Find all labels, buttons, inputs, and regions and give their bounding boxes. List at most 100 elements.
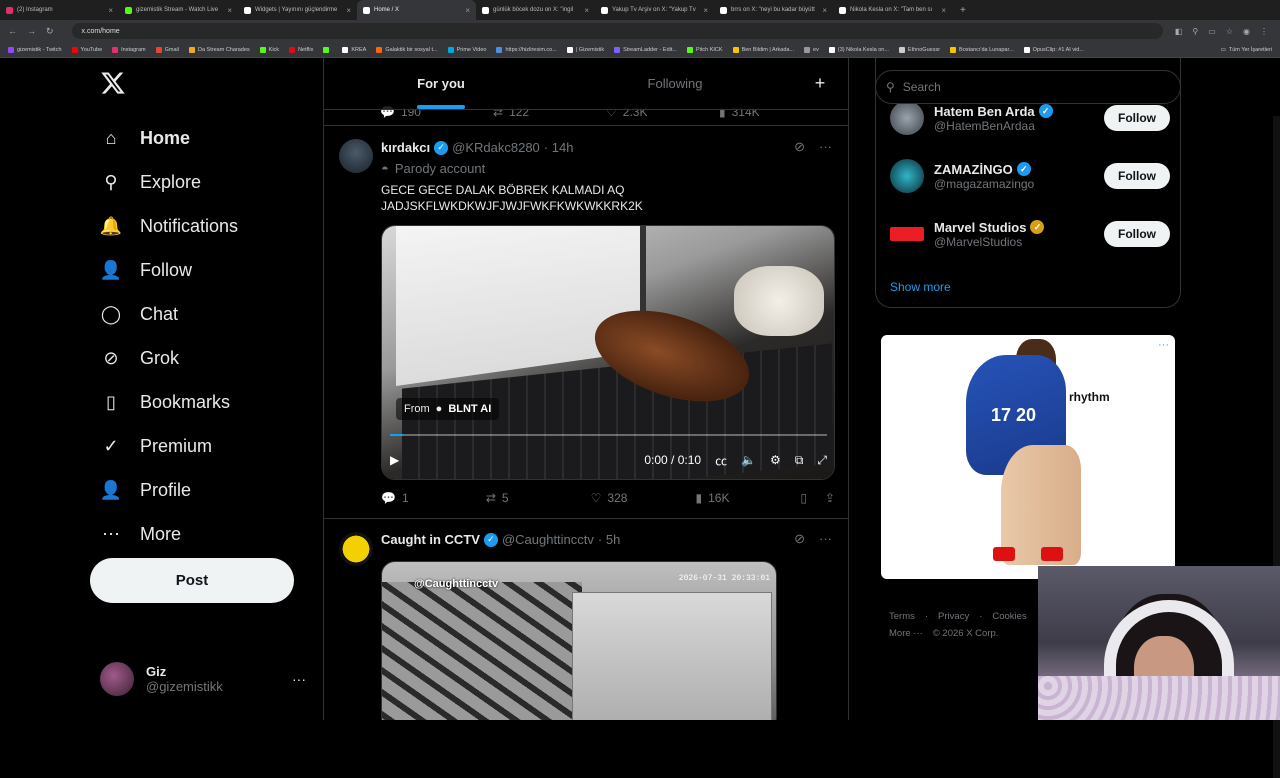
- new-tab-icon[interactable]: +: [952, 5, 974, 16]
- bookmark-item[interactable]: Ben Bildim | Arkada...: [732, 46, 794, 53]
- more-icon[interactable]: ···: [819, 139, 832, 155]
- bookmark-item[interactable]: StreamLadder - Edit...: [614, 46, 677, 53]
- browser-tab[interactable]: günlük böcek dozu on X: "ingil ×: [476, 0, 595, 20]
- repost-button[interactable]: ⇄ 5: [486, 491, 591, 505]
- avatar[interactable]: [339, 139, 373, 173]
- tweet[interactable]: Caught in CCTV ✓ @Caughttincctv · 5h ⊘ ·…: [324, 520, 848, 720]
- nav-item-home[interactable]: ⌂ Home: [88, 116, 238, 160]
- bookmark-item[interactable]: gizemistik - Twitch: [8, 46, 62, 53]
- nav-item-explore[interactable]: ⚲ Explore: [88, 160, 238, 204]
- bookmark-item[interactable]: Prime Video: [447, 46, 486, 53]
- browser-tab[interactable]: gizemistik Stream - Watch Live ×: [119, 0, 238, 20]
- ad-more-icon[interactable]: ···: [1158, 339, 1169, 351]
- extension-icon[interactable]: ◧: [1175, 27, 1183, 36]
- zoom-icon[interactable]: ⚲: [1192, 27, 1198, 36]
- play-icon[interactable]: ▶: [390, 453, 399, 467]
- bookmark-item[interactable]: | Gizemistik: [566, 46, 604, 53]
- browser-tab[interactable]: Home / X ×: [357, 0, 476, 20]
- bookmark-item[interactable]: Bostancı'da Lunapar...: [950, 46, 1014, 53]
- nav-item-profile[interactable]: 👤 Profile: [88, 468, 238, 512]
- browser-tab[interactable]: brrs on X: "neyi bu kadar büyütt ×: [714, 0, 833, 20]
- account-more-icon[interactable]: ···: [292, 671, 306, 687]
- search-input[interactable]: ⚲ Search: [875, 70, 1181, 104]
- profile-icon[interactable]: ◉: [1243, 27, 1250, 36]
- bookmark-item[interactable]: ev: [804, 46, 819, 53]
- browser-tab[interactable]: Widgets | Yayınını güçlendirme ×: [238, 0, 357, 20]
- bookmark-icon[interactable]: ▯: [800, 491, 807, 505]
- volume-icon[interactable]: 🔈: [741, 453, 756, 467]
- video-source-badge[interactable]: From ● BLNT AI: [396, 398, 500, 420]
- bookmark-item[interactable]: KREA: [342, 46, 366, 53]
- bookmark-item[interactable]: Kick: [259, 46, 279, 53]
- post-button[interactable]: Post: [90, 558, 294, 603]
- browser-tab[interactable]: Nikola Kesla on X: "Tam ben sı ×: [833, 0, 952, 20]
- close-tab-icon[interactable]: ×: [941, 6, 946, 15]
- video-player[interactable]: From ● BLNT AI ▶ 0:00 / 0:10 ㏄ 🔈 ⚙ ⧉ ⤢: [381, 225, 835, 480]
- forward-icon[interactable]: →: [27, 26, 36, 37]
- nav-item-bookmarks[interactable]: ▯ Bookmarks: [88, 380, 238, 424]
- nav-item-more[interactable]: ⋯ More: [88, 512, 238, 556]
- follow-button[interactable]: Follow: [1104, 221, 1170, 247]
- bookmark-item[interactable]: (3) Nikola Kesla on...: [828, 46, 889, 53]
- menu-icon[interactable]: ⋮: [1260, 27, 1268, 36]
- close-tab-icon[interactable]: ×: [346, 6, 351, 15]
- tab-following[interactable]: Following: [558, 58, 792, 109]
- nav-item-chat[interactable]: ◯ Chat: [88, 292, 238, 336]
- close-tab-icon[interactable]: ×: [822, 6, 827, 15]
- nav-item-follow[interactable]: 👤 Follow: [88, 248, 238, 292]
- tweet-time[interactable]: · 14h: [544, 140, 574, 155]
- follow-button[interactable]: Follow: [1104, 105, 1170, 131]
- bookmark-item[interactable]: OpusClip: #1 AI vid...: [1023, 46, 1084, 53]
- more-link[interactable]: More ···: [889, 628, 923, 639]
- captions-icon[interactable]: ㏄: [715, 452, 727, 469]
- close-tab-icon[interactable]: ×: [465, 6, 470, 15]
- follow-suggestion[interactable]: Marvel Studios ✓ @MarvelStudios Follow: [890, 210, 1170, 258]
- close-tab-icon[interactable]: ×: [108, 6, 113, 15]
- pip-icon[interactable]: ⧉: [795, 453, 804, 468]
- author-handle[interactable]: @KRdakc8280: [452, 140, 540, 155]
- bookmark-item[interactable]: Da Stream Charades: [189, 46, 250, 53]
- ad-banner[interactable]: 17 20 rhythm ···: [881, 335, 1175, 579]
- close-tab-icon[interactable]: ×: [584, 6, 589, 15]
- video-progress-bar[interactable]: [390, 434, 827, 436]
- bookmark-item[interactable]: EthnoGuessr: [898, 46, 940, 53]
- browser-tab[interactable]: (2) Instagram ×: [0, 0, 119, 20]
- account-switcher[interactable]: Giz @gizemistikk ···: [100, 658, 306, 700]
- tweet[interactable]: kırdakcı ✓ @KRdakc8280 · 14h ⊘ ··· ◓ Par…: [324, 127, 848, 519]
- all-bookmarks-link[interactable]: ▭ Tüm Yer İşaretleri: [1221, 47, 1272, 53]
- close-tab-icon[interactable]: ×: [227, 6, 232, 15]
- more-icon[interactable]: ···: [819, 531, 832, 547]
- close-tab-icon[interactable]: ×: [703, 6, 708, 15]
- bookmark-item[interactable]: YouTube: [71, 46, 102, 53]
- browser-tab[interactable]: Yakup Tv Arşiv on X: "Yakup Tv ×: [595, 0, 714, 20]
- star-icon[interactable]: ☆: [1226, 27, 1233, 36]
- show-more-link[interactable]: Show more: [890, 280, 951, 294]
- author-name[interactable]: kırdakcı: [381, 140, 430, 155]
- tweet-time[interactable]: · 5h: [598, 532, 620, 547]
- add-feed-icon[interactable]: +: [792, 58, 848, 109]
- terms-link[interactable]: Terms: [889, 611, 915, 622]
- follow-button[interactable]: Follow: [1104, 163, 1170, 189]
- grok-icon[interactable]: ⊘: [794, 139, 805, 155]
- cookies-link[interactable]: Cookies: [992, 611, 1026, 622]
- avatar[interactable]: [339, 532, 373, 566]
- tab-for-you[interactable]: For you: [324, 58, 558, 109]
- nav-item-notifications[interactable]: 🔔 Notifications: [88, 204, 238, 248]
- cast-icon[interactable]: ▭: [1208, 27, 1216, 36]
- bookmark-item[interactable]: Gmail: [155, 46, 179, 53]
- back-icon[interactable]: ←: [8, 26, 17, 37]
- x-logo-icon[interactable]: [100, 70, 126, 96]
- url-field[interactable]: x.com/home: [71, 23, 1163, 39]
- bookmark-item[interactable]: [323, 46, 332, 53]
- follow-suggestion[interactable]: ZAMAZİNGO ✓ @magazamazingo Follow: [890, 152, 1170, 200]
- grok-icon[interactable]: ⊘: [794, 531, 805, 547]
- views-button[interactable]: ▮ 16K: [695, 491, 800, 505]
- bookmark-item[interactable]: https://hizliresim.co...: [496, 46, 557, 53]
- bookmark-item[interactable]: Netflix: [289, 46, 313, 53]
- author-handle[interactable]: @Caughttincctv: [502, 532, 594, 547]
- like-button[interactable]: ♡ 328: [591, 491, 696, 505]
- reply-button[interactable]: 💬 1: [381, 491, 486, 505]
- bookmark-item[interactable]: Galaktik bir sosyal t...: [376, 46, 438, 53]
- share-icon[interactable]: ⇪: [825, 491, 835, 505]
- reload-icon[interactable]: ↻: [46, 26, 54, 37]
